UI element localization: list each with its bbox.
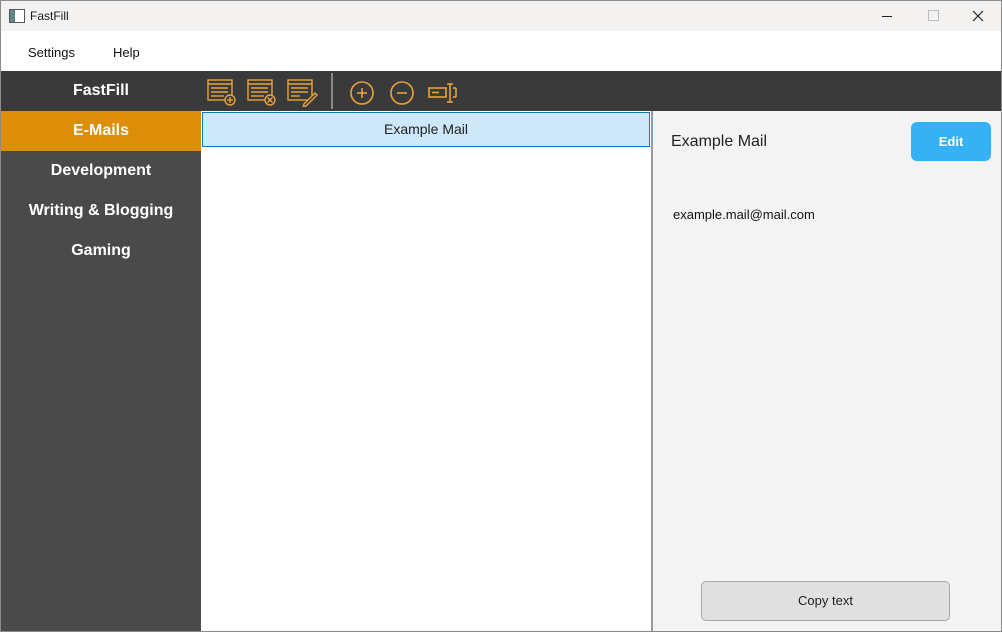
list-item[interactable]: Example Mail xyxy=(202,112,650,147)
close-button[interactable] xyxy=(955,1,1001,31)
toolbar xyxy=(201,71,1001,111)
remove-category-icon xyxy=(247,79,276,106)
edit-button[interactable]: Edit xyxy=(911,122,991,161)
sidebar-item-emails[interactable]: E-Mails xyxy=(1,111,201,151)
brand-title: FastFill xyxy=(1,71,201,111)
detail-content: example.mail@mail.com xyxy=(673,207,815,222)
edit-category-icon xyxy=(287,79,318,109)
rename-item-button[interactable] xyxy=(427,77,459,107)
remove-item-button[interactable] xyxy=(387,77,419,107)
add-item-button[interactable] xyxy=(347,77,379,107)
remove-item-icon xyxy=(390,81,414,105)
rename-item-icon xyxy=(428,83,457,103)
menu-help[interactable]: Help xyxy=(113,45,140,60)
detail-panel: Example Mail Edit example.mail@mail.com … xyxy=(653,111,1001,631)
remove-category-button[interactable] xyxy=(246,77,278,107)
menu-bar: Settings Help xyxy=(1,31,1001,71)
add-category-button[interactable] xyxy=(206,77,238,107)
menu-settings[interactable]: Settings xyxy=(28,45,75,60)
detail-title: Example Mail xyxy=(671,133,768,150)
title-bar: FastFill xyxy=(1,1,1001,31)
add-category-icon xyxy=(207,79,236,106)
sidebar-item-writing-blogging[interactable]: Writing & Blogging xyxy=(1,191,201,231)
close-icon xyxy=(972,10,984,22)
copy-text-button[interactable]: Copy text xyxy=(701,581,950,621)
minimize-button[interactable] xyxy=(863,1,909,31)
app-icon xyxy=(9,9,25,23)
app-window: FastFill Settings Help FastFill E-Mails … xyxy=(0,0,1002,632)
toolbar-separator xyxy=(331,73,333,109)
sidebar-item-development[interactable]: Development xyxy=(1,151,201,191)
edit-category-button[interactable] xyxy=(286,77,318,109)
window-title: FastFill xyxy=(30,9,69,23)
sidebar-item-gaming[interactable]: Gaming xyxy=(1,231,201,271)
add-item-icon xyxy=(350,81,374,105)
sidebar: FastFill E-Mails Development Writing & B… xyxy=(1,71,201,631)
maximize-button[interactable] xyxy=(909,1,955,31)
item-list: Example Mail xyxy=(201,111,651,631)
